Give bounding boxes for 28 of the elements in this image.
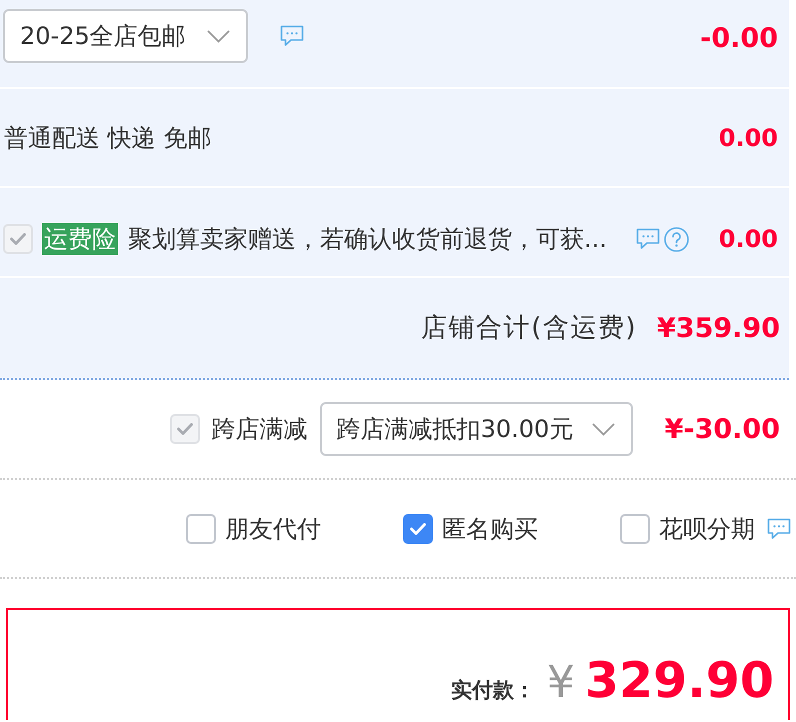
currency-symbol: ¥ [546,660,575,704]
promotion-dropdown[interactable]: 20-25全店包邮 [3,9,248,63]
insurance-description: 聚划算卖家赠送，若确认收货前退货，可获... [128,224,607,255]
comment-icon[interactable] [280,25,304,47]
total-amount: 329.90 [584,656,774,704]
cross-store-amount: ¥-30.00 [664,416,780,442]
chevron-down-icon [207,30,230,42]
chevron-down-icon [592,422,615,436]
delivery-method-text: 普通配送 快递 免邮 [4,122,212,154]
subtotal-label: 店铺合计(含运费) [421,312,638,344]
discount-amount: -0.00 [700,24,778,52]
option-label[interactable]: 朋友代付 [225,510,321,546]
insurance-amount: 0.00 [718,227,778,251]
checkmark-icon [176,423,193,435]
subtotal-amount: ¥359.90 [657,314,780,342]
help-icon[interactable] [664,226,689,252]
total-label: 实付款： [450,676,535,704]
option-label[interactable]: 匿名购买 [442,510,538,546]
insurance-tag: 运费险 [42,223,118,255]
checkbox[interactable] [186,514,216,544]
checkbox[interactable] [403,514,433,544]
checkmark-icon [10,233,26,245]
option-label[interactable]: 花呗分期 [659,510,755,546]
comment-icon[interactable] [636,228,660,250]
checkbox[interactable] [620,514,650,544]
comment-icon[interactable] [767,518,791,540]
delivery-fee-amount: 0.00 [718,126,778,150]
checkmark-icon [410,522,426,534]
